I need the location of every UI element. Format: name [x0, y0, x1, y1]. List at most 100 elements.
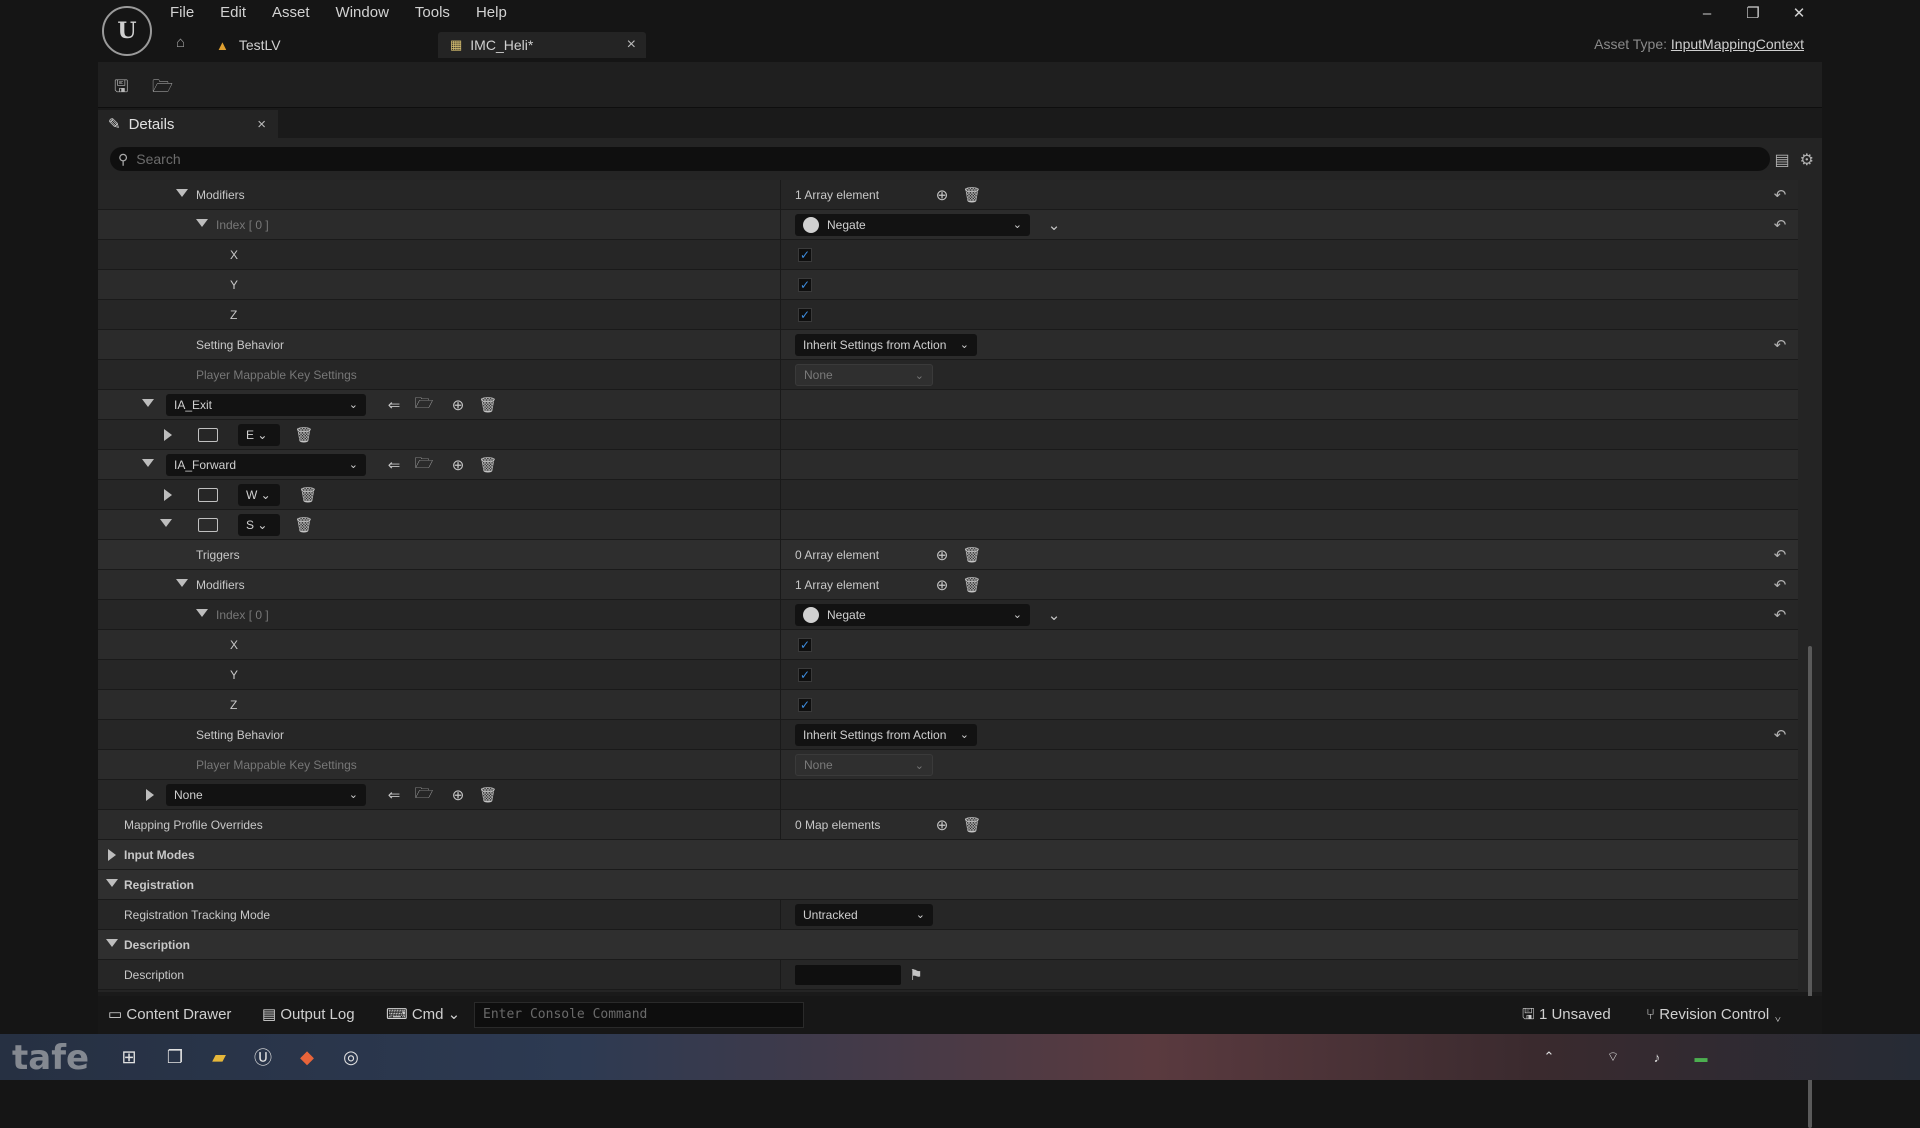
tab-details[interactable]: ✎ Details ×: [98, 110, 278, 138]
reset-to-default-icon[interactable]: ↶: [1770, 215, 1790, 235]
column-divider[interactable]: [780, 180, 781, 210]
close-tab-icon[interactable]: ×: [257, 116, 266, 133]
reset-to-default-icon[interactable]: ↶: [1770, 545, 1790, 565]
column-divider[interactable]: [780, 510, 781, 540]
category-input-modes[interactable]: Input Modes: [98, 840, 1798, 870]
z-checkbox[interactable]: ✓: [798, 308, 812, 322]
column-divider[interactable]: [780, 210, 781, 240]
trash-icon[interactable]: 🗑: [478, 455, 498, 475]
volume-icon[interactable]: ♪: [1642, 1042, 1672, 1072]
home-icon[interactable]: ⌂: [176, 34, 198, 56]
content-drawer-button[interactable]: ▭ Content Drawer: [108, 996, 231, 1034]
column-divider[interactable]: [780, 810, 781, 840]
menu-asset[interactable]: Asset: [272, 3, 310, 23]
column-divider[interactable]: [780, 900, 781, 930]
console-input[interactable]: Enter Console Command: [474, 1002, 804, 1028]
expand-arrow-icon[interactable]: [176, 189, 188, 197]
modifier-class-dropdown[interactable]: Negate ⌄: [795, 214, 1030, 236]
add-element-icon[interactable]: ⊕: [448, 785, 468, 805]
trash-icon[interactable]: 🗑: [298, 485, 318, 505]
reset-to-default-icon[interactable]: ↶: [1770, 335, 1790, 355]
minimize-button[interactable]: –: [1684, 0, 1730, 26]
chevron-down-icon[interactable]: ⌄: [1044, 215, 1064, 235]
y-checkbox[interactable]: ✓: [798, 668, 812, 682]
network-icon[interactable]: ⌔: [1598, 1042, 1628, 1072]
column-divider[interactable]: [780, 750, 781, 780]
close-tab-icon[interactable]: ×: [627, 36, 636, 54]
task-view-icon[interactable]: ❐: [160, 1042, 190, 1072]
input-action-dropdown[interactable]: None ⌄: [166, 784, 366, 806]
expand-arrow-icon[interactable]: [142, 459, 154, 467]
tab-imc-heli[interactable]: ▦ IMC_Heli* ×: [438, 32, 646, 58]
expand-arrow-icon[interactable]: [146, 789, 154, 801]
file-explorer-icon[interactable]: ▰: [204, 1042, 234, 1072]
expand-arrow-icon[interactable]: [196, 219, 208, 227]
unsaved-button[interactable]: 🖫 1 Unsaved: [1522, 996, 1611, 1034]
column-divider[interactable]: [780, 420, 781, 450]
tracking-mode-dropdown[interactable]: Untracked ⌄: [795, 904, 933, 926]
save-icon[interactable]: 🖫: [114, 74, 138, 96]
column-divider[interactable]: [780, 960, 781, 990]
column-divider[interactable]: [780, 570, 781, 600]
category-description[interactable]: Description: [98, 930, 1798, 960]
expand-arrow-icon[interactable]: [142, 399, 154, 407]
expand-arrow-icon[interactable]: [164, 489, 172, 501]
category-registration[interactable]: Registration: [98, 870, 1798, 900]
column-divider[interactable]: [780, 480, 781, 510]
browse-folder-icon[interactable]: 🗁: [414, 785, 434, 805]
table-view-icon[interactable]: ▤: [1775, 150, 1790, 170]
reset-to-default-icon[interactable]: ↶: [1770, 605, 1790, 625]
column-divider[interactable]: [780, 450, 781, 480]
expand-arrow-icon[interactable]: [160, 519, 172, 527]
key-selector[interactable]: W ⌄: [238, 484, 280, 506]
column-divider[interactable]: [780, 630, 781, 660]
unreal-logo[interactable]: U: [102, 6, 152, 56]
app-icon[interactable]: ◎: [336, 1042, 366, 1072]
reset-to-default-icon[interactable]: ↶: [1770, 725, 1790, 745]
asset-type-link[interactable]: InputMappingContext: [1671, 36, 1804, 52]
flag-icon[interactable]: ⚑: [906, 965, 926, 985]
x-checkbox[interactable]: ✓: [798, 248, 812, 262]
column-divider[interactable]: [780, 540, 781, 570]
column-divider[interactable]: [780, 270, 781, 300]
output-log-button[interactable]: ▤ Output Log: [262, 996, 355, 1034]
column-divider[interactable]: [780, 690, 781, 720]
gear-icon[interactable]: ⚙: [1800, 150, 1814, 170]
setting-behavior-dropdown[interactable]: Inherit Settings from Action ⌄: [795, 334, 977, 356]
expand-arrow-icon[interactable]: [196, 609, 208, 617]
expand-arrow-icon[interactable]: [176, 579, 188, 587]
menu-file[interactable]: File: [170, 3, 194, 23]
column-divider[interactable]: [780, 240, 781, 270]
menu-edit[interactable]: Edit: [220, 3, 246, 23]
browse-folder-icon[interactable]: 🗁: [152, 74, 176, 96]
use-selected-icon[interactable]: ⇐: [384, 395, 404, 415]
add-element-icon[interactable]: ⊕: [932, 185, 952, 205]
column-divider[interactable]: [780, 600, 781, 630]
expand-arrow-icon[interactable]: [106, 879, 118, 887]
menu-tools[interactable]: Tools: [415, 3, 450, 23]
restore-button[interactable]: ❐: [1730, 0, 1776, 26]
tab-testlv[interactable]: ▲ TestLV: [216, 32, 366, 58]
trash-icon[interactable]: 🗑: [962, 545, 982, 565]
add-element-icon[interactable]: ⊕: [932, 545, 952, 565]
column-divider[interactable]: [780, 780, 781, 810]
add-element-icon[interactable]: ⊕: [448, 395, 468, 415]
description-input[interactable]: [795, 965, 901, 985]
add-element-icon[interactable]: ⊕: [448, 455, 468, 475]
add-element-icon[interactable]: ⊕: [932, 815, 952, 835]
close-window-button[interactable]: ✕: [1776, 0, 1822, 26]
use-selected-icon[interactable]: ⇐: [384, 785, 404, 805]
modifier-class-dropdown[interactable]: Negate ⌄: [795, 604, 1030, 626]
browse-folder-icon[interactable]: 🗁: [414, 395, 434, 415]
trash-icon[interactable]: 🗑: [478, 395, 498, 415]
column-divider[interactable]: [780, 660, 781, 690]
z-checkbox[interactable]: ✓: [798, 698, 812, 712]
reset-to-default-icon[interactable]: ↶: [1770, 575, 1790, 595]
expand-arrow-icon[interactable]: [108, 849, 116, 861]
trash-icon[interactable]: 🗑: [962, 185, 982, 205]
use-selected-icon[interactable]: ⇐: [384, 455, 404, 475]
column-divider[interactable]: [780, 300, 781, 330]
trash-icon[interactable]: 🗑: [962, 815, 982, 835]
menu-window[interactable]: Window: [336, 3, 389, 23]
column-divider[interactable]: [780, 360, 781, 390]
